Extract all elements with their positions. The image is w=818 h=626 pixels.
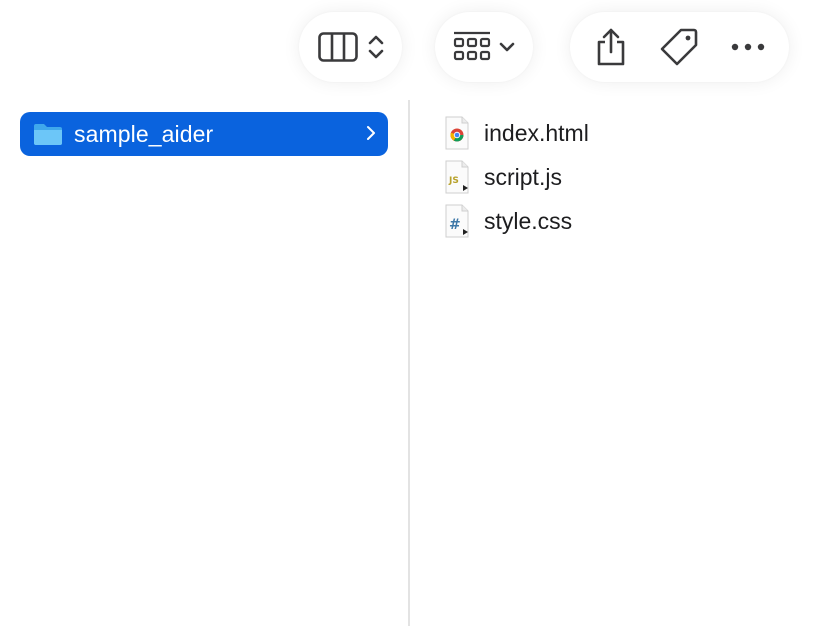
- svg-text:JS: JS: [448, 176, 459, 186]
- parent-column: sample_aider: [0, 100, 408, 626]
- tag-button[interactable]: [659, 27, 699, 67]
- more-button[interactable]: [731, 42, 765, 52]
- finder-window: sample_aider index.html JS script.js # s…: [0, 0, 818, 626]
- chevron-right-icon: [367, 126, 375, 140]
- svg-text:#: #: [449, 217, 461, 233]
- icon-grid-view-icon: [453, 31, 491, 61]
- chrome-html-file-icon: [445, 116, 469, 150]
- file-name: script.js: [484, 163, 562, 190]
- chevron-down-icon: [499, 42, 515, 52]
- folder-icon: [34, 124, 62, 145]
- share-icon: [597, 28, 625, 66]
- folder-row-selected[interactable]: sample_aider: [20, 112, 388, 156]
- up-down-chevron-icon: [368, 35, 383, 59]
- file-row-script-js[interactable]: JS script.js: [444, 157, 562, 197]
- file-row-style-css[interactable]: # style.css: [444, 201, 572, 241]
- file-row-index-html[interactable]: index.html: [444, 113, 589, 153]
- css-file-icon: #: [445, 204, 469, 238]
- group-by-button[interactable]: [453, 31, 515, 63]
- columns-view-icon: [317, 32, 358, 62]
- folder-name: sample_aider: [74, 120, 214, 147]
- file-name: index.html: [484, 119, 589, 146]
- js-file-icon: JS: [445, 160, 469, 194]
- share-button[interactable]: [594, 27, 628, 67]
- toolbar-actions: [570, 12, 789, 82]
- ellipsis-icon: [731, 43, 765, 51]
- tag-icon: [661, 28, 698, 66]
- contents-column: index.html JS script.js # style.css: [410, 100, 818, 626]
- view-mode-control[interactable]: [299, 12, 402, 82]
- file-name: style.css: [484, 207, 573, 234]
- view-mode-button[interactable]: [317, 32, 384, 62]
- group-by-control[interactable]: [435, 12, 533, 82]
